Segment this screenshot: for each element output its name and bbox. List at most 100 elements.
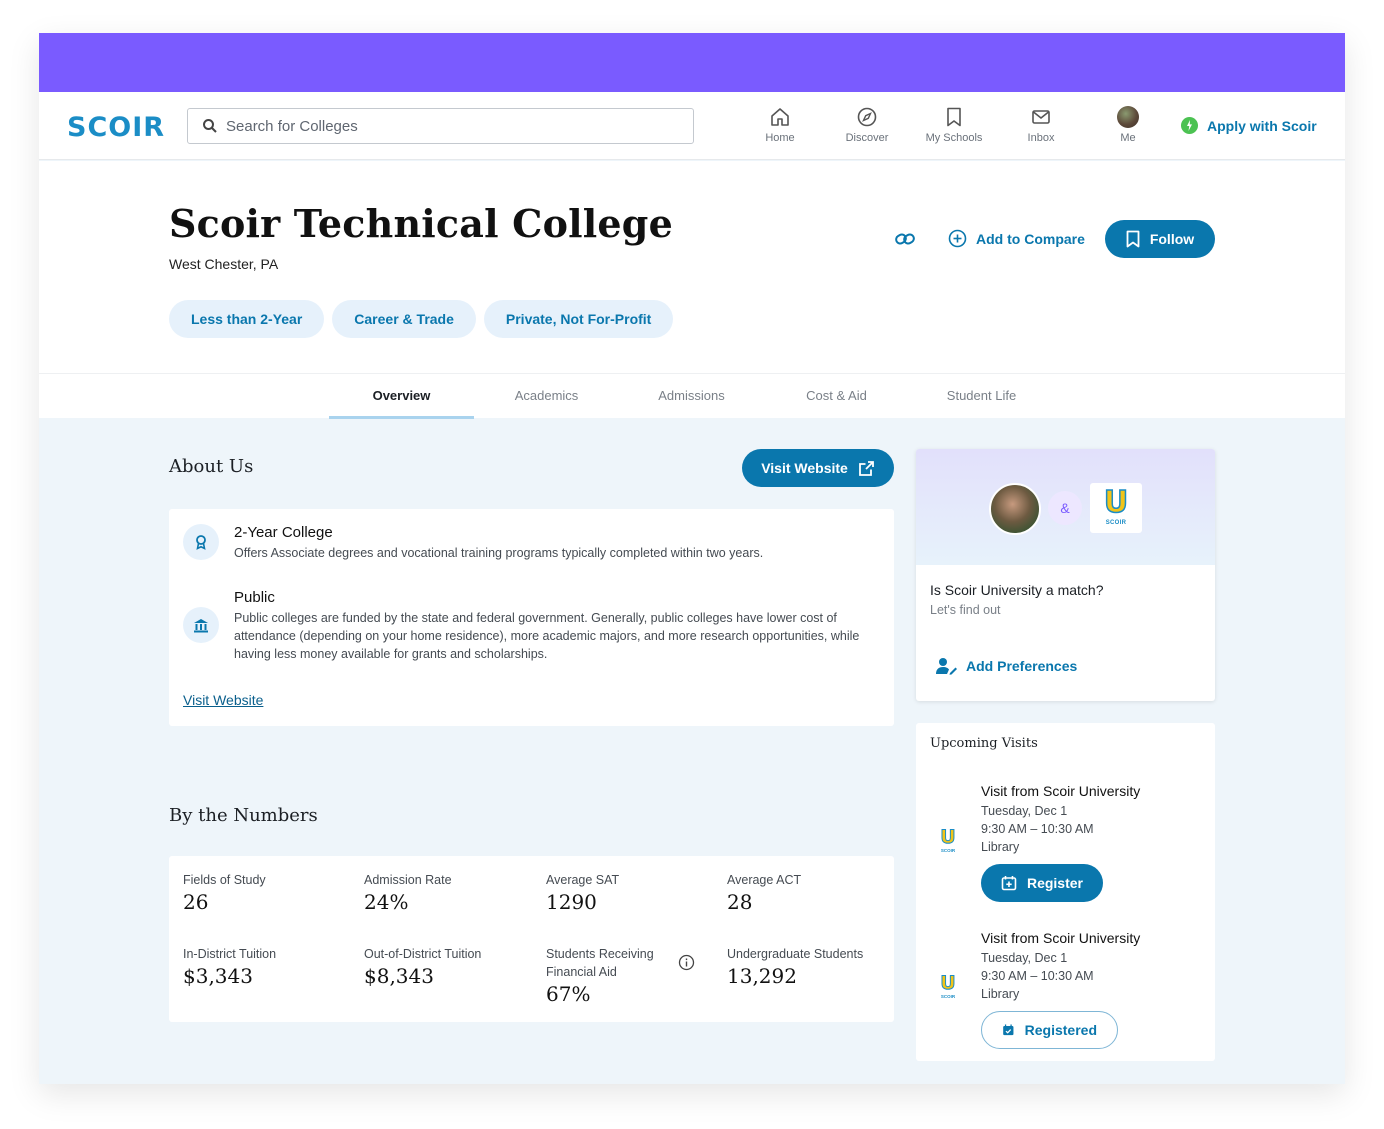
stat-label: Fields of Study xyxy=(183,873,266,887)
tab-student-life[interactable]: Student Life xyxy=(909,374,1054,419)
bookmark-icon xyxy=(1126,230,1140,248)
register-label: Register xyxy=(1026,875,1083,891)
search-input[interactable] xyxy=(226,109,686,143)
stat-value: $3,343 xyxy=(183,964,253,988)
promo-banner xyxy=(39,33,1345,92)
registered-button[interactable]: Registered xyxy=(981,1011,1118,1049)
search-box[interactable] xyxy=(187,108,694,144)
app-window: SCOIR Home Discover My Schools Inbox Me … xyxy=(39,33,1345,1084)
feature-title: 2-Year College xyxy=(234,524,333,541)
nav-home[interactable]: Home xyxy=(740,106,820,144)
stat-label: Undergraduate Students xyxy=(727,947,864,961)
visit-date: Tuesday, Dec 1 xyxy=(981,951,1068,965)
stat-out-of-district-tuition: Out-of-District Tuition $8,343 xyxy=(364,945,481,988)
numbers-heading: By the Numbers xyxy=(169,805,318,826)
add-to-compare-label: Add to Compare xyxy=(976,230,1085,247)
visit-title: Visit from Scoir University xyxy=(981,783,1141,799)
visit-time: 9:30 AM – 10:30 AM xyxy=(981,822,1094,836)
external-link-icon xyxy=(858,460,874,476)
feature-description: Offers Associate degrees and vocational … xyxy=(234,546,764,560)
search-icon xyxy=(203,119,217,133)
stat-value: 1290 xyxy=(546,890,597,914)
upcoming-visits-heading: Upcoming Visits xyxy=(930,736,1038,751)
institution-icon xyxy=(183,607,219,643)
calendar-plus-icon xyxy=(1001,876,1017,891)
bookmark-icon xyxy=(947,107,961,127)
nav-my-schools-label: My Schools xyxy=(925,132,983,144)
stat-value: 67% xyxy=(546,982,591,1006)
add-preferences-label: Add Preferences xyxy=(966,658,1078,674)
scoir-logo[interactable]: SCOIR xyxy=(67,112,165,143)
stat-label: Average SAT xyxy=(546,873,620,887)
nav-inbox-label: Inbox xyxy=(1027,132,1055,144)
match-question: Is Scoir University a match? xyxy=(930,582,1104,598)
nav-discover[interactable]: Discover xyxy=(827,106,907,144)
page-title: Scoir Technical College xyxy=(169,201,673,246)
follow-label: Follow xyxy=(1149,231,1195,247)
nav-me-label: Me xyxy=(1120,132,1136,144)
scoir-university-mini-logo: U SCOIR xyxy=(938,972,958,1002)
scoir-university-mini-logo: U SCOIR xyxy=(938,826,958,856)
logo-letter: U xyxy=(940,826,956,849)
tab-cost-aid[interactable]: Cost & Aid xyxy=(764,374,909,419)
tag-chip[interactable]: Private, Not For-Profit xyxy=(483,300,674,338)
stat-value: 28 xyxy=(727,890,753,914)
registered-label: Registered xyxy=(1024,1022,1097,1038)
stat-fields-of-study: Fields of Study 26 xyxy=(183,871,266,914)
add-to-compare-button[interactable]: Add to Compare xyxy=(948,229,1085,248)
college-location: West Chester, PA xyxy=(169,256,279,272)
stat-undergraduate-students: Undergraduate Students 13,292 xyxy=(727,945,863,988)
visit-location: Library xyxy=(981,840,1020,854)
visit-title: Visit from Scoir University xyxy=(981,930,1141,946)
apply-with-scoir-link[interactable]: Apply with Scoir xyxy=(1181,117,1317,134)
match-card: & U SCOIR Is Scoir University a match? L… xyxy=(916,449,1215,701)
stat-financial-aid: Students Receiving Financial Aid 67% xyxy=(546,945,668,1006)
visit-date: Tuesday, Dec 1 xyxy=(981,804,1068,818)
scoir-university-logo: U SCOIR xyxy=(1090,483,1142,533)
visit-website-link[interactable]: Visit Website xyxy=(183,692,263,708)
nav-me[interactable]: Me xyxy=(1088,106,1168,144)
stat-label: In-District Tuition xyxy=(183,947,277,961)
apply-label: Apply with Scoir xyxy=(1207,117,1317,134)
nav-inbox[interactable]: Inbox xyxy=(1001,106,1081,144)
visit-website-label: Visit Website xyxy=(761,460,848,476)
ampersand-badge: & xyxy=(1048,491,1082,525)
tab-academics[interactable]: Academics xyxy=(474,374,619,419)
stat-value: 13,292 xyxy=(727,964,797,988)
tag-chip[interactable]: Career & Trade xyxy=(332,300,476,338)
info-icon[interactable] xyxy=(678,954,695,971)
stat-in-district-tuition: In-District Tuition $3,343 xyxy=(183,945,276,988)
stat-label: Admission Rate xyxy=(364,873,452,887)
tag-chip[interactable]: Less than 2-Year xyxy=(169,300,325,338)
nav-discover-label: Discover xyxy=(845,132,889,144)
follow-button[interactable]: Follow xyxy=(1105,220,1215,258)
nav-my-schools[interactable]: My Schools xyxy=(914,106,994,144)
award-icon xyxy=(183,524,219,560)
college-tags: Less than 2-Year Career & Trade Private,… xyxy=(169,300,674,338)
numbers-card: Fields of Study 26 Admission Rate 24% Av… xyxy=(169,856,894,1022)
mail-icon xyxy=(1032,110,1050,124)
link-icon[interactable] xyxy=(894,231,916,247)
student-avatar xyxy=(989,483,1041,535)
logo-word: SCOIR xyxy=(1105,520,1127,526)
top-nav: SCOIR Home Discover My Schools Inbox Me … xyxy=(39,92,1345,160)
tab-overview[interactable]: Overview xyxy=(329,374,474,419)
calendar-check-icon xyxy=(1003,1024,1014,1036)
logo-letter: U xyxy=(940,972,956,995)
feature-description: Public colleges are funded by the state … xyxy=(234,611,860,661)
logo-letter: U xyxy=(1103,484,1129,521)
about-card: 2-Year College Offers Associate degrees … xyxy=(169,509,894,726)
match-banner: & U SCOIR xyxy=(916,449,1215,565)
visit-website-button[interactable]: Visit Website xyxy=(742,449,894,487)
feature-title: Public xyxy=(234,589,275,606)
register-button[interactable]: Register xyxy=(981,864,1103,902)
match-subtitle: Let's find out xyxy=(930,603,1001,617)
tab-admissions[interactable]: Admissions xyxy=(619,374,764,419)
add-preferences-button[interactable]: Add Preferences xyxy=(936,657,1077,675)
logo-word: SCOIR xyxy=(940,994,956,999)
compass-icon xyxy=(857,107,877,127)
stat-value: 24% xyxy=(364,890,409,914)
visit-time: 9:30 AM – 10:30 AM xyxy=(981,969,1094,983)
stat-label: Out-of-District Tuition xyxy=(364,947,482,961)
stat-value: $8,343 xyxy=(364,964,434,988)
